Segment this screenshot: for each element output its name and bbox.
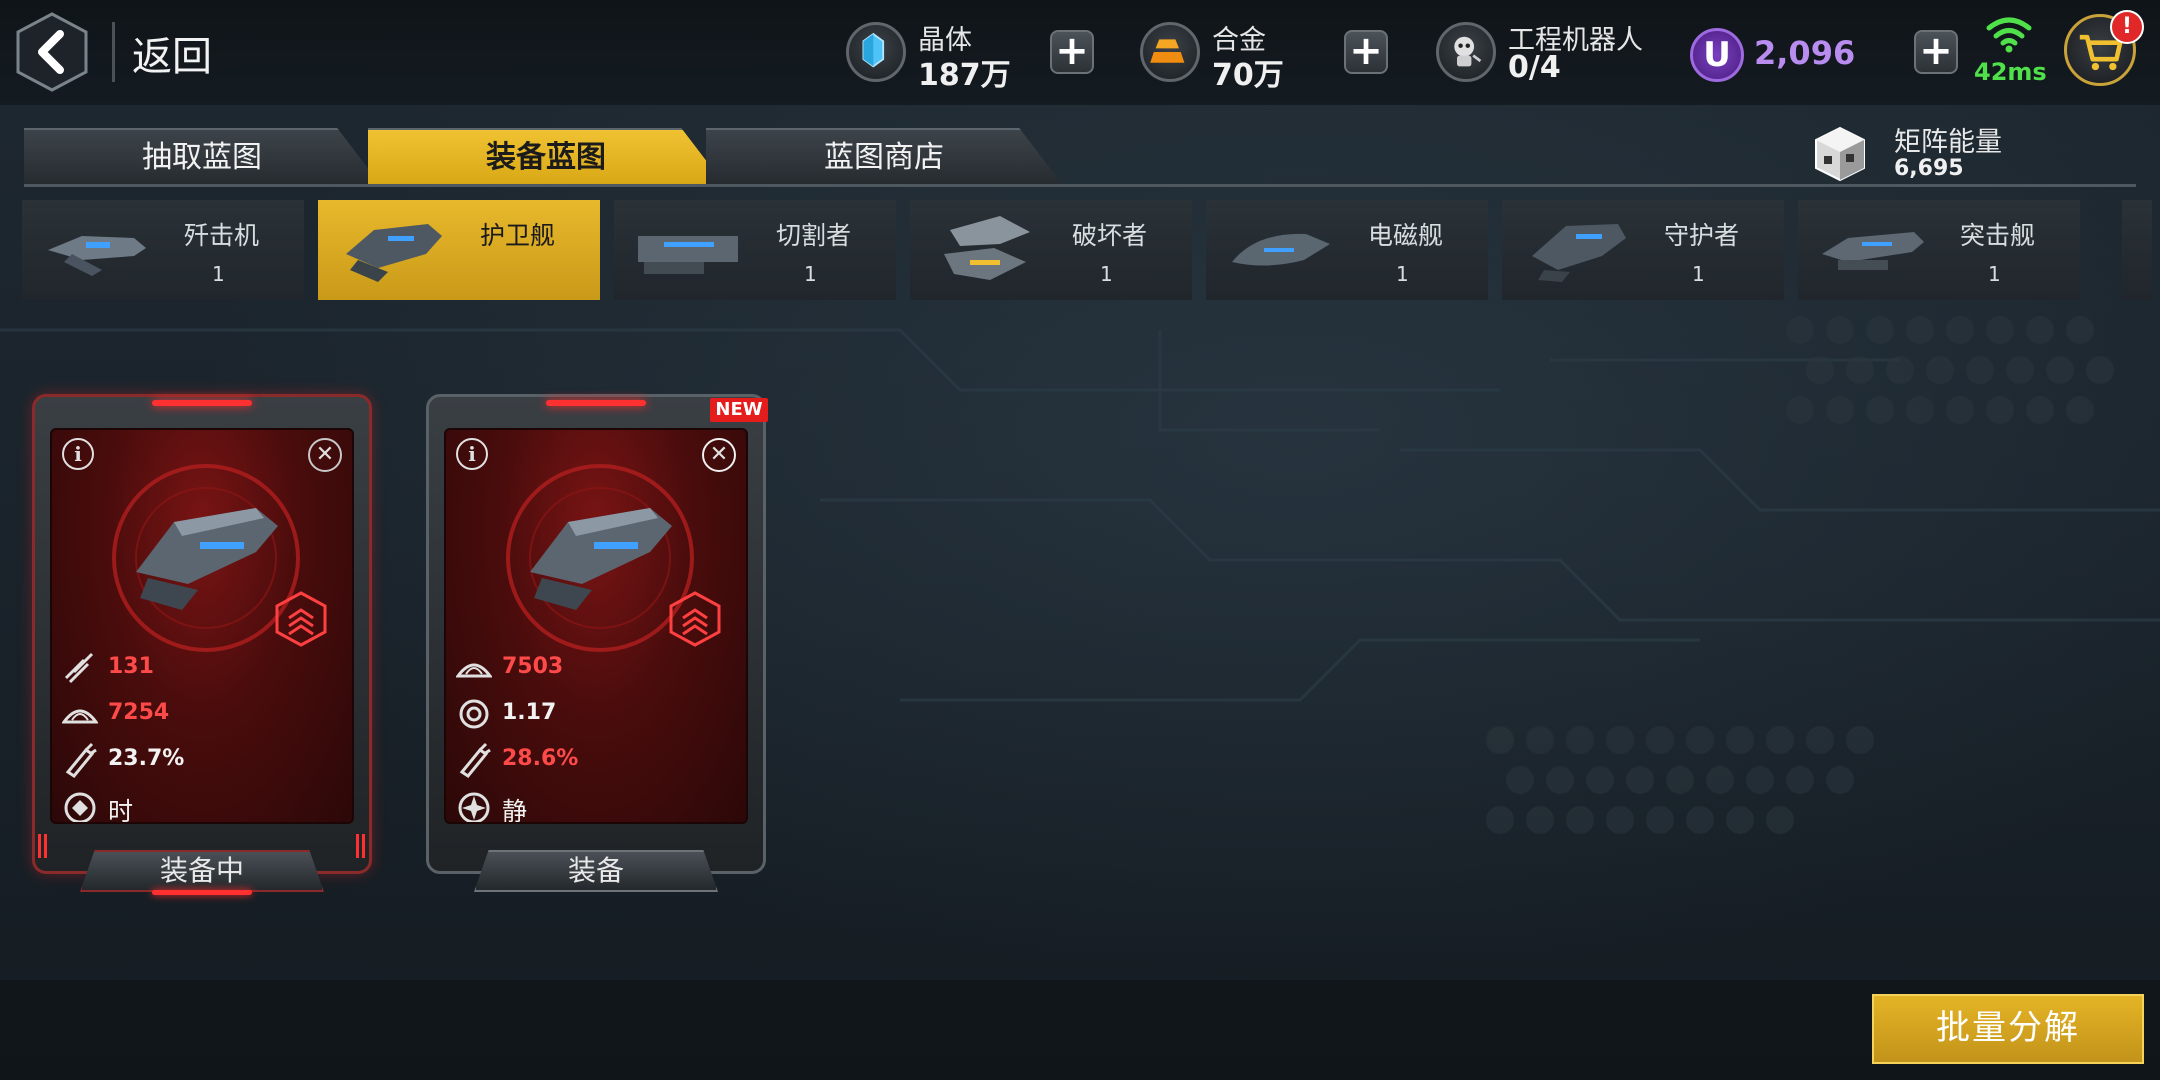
ship-category-destroyer[interactable]: 破坏者 1 xyxy=(910,200,1192,300)
ship-category-assault[interactable]: 突击舰 1 xyxy=(1798,200,2080,300)
new-badge: NEW xyxy=(710,398,768,422)
ship-category-overflow[interactable] xyxy=(2122,200,2152,300)
blueprint-card-2[interactable]: NEW i ✕ 7503 1.17 28.6% 静 装备 xyxy=(426,394,768,892)
ship-category-frigate[interactable]: 护卫舰 xyxy=(318,200,600,300)
tab-equip-blueprint[interactable]: 装备蓝图 xyxy=(368,128,724,184)
rank-chevron-icon xyxy=(275,591,327,647)
robot-value: 0/4 xyxy=(1508,50,1561,85)
thruster-icon xyxy=(459,742,491,778)
premium-currency-value: 2,096 xyxy=(1754,34,1856,72)
close-icon[interactable]: ✕ xyxy=(702,438,736,472)
ship-category-em-ship[interactable]: 电磁舰 1 xyxy=(1206,200,1488,300)
fighter-ship-icon xyxy=(48,236,146,276)
matrix-energy-value: 6,695 xyxy=(1894,156,1964,181)
missile-icon xyxy=(64,652,94,684)
ship-category-row: 歼击机 1 护卫舰 切割者 1 破坏者 1 电磁舰 1 守护者 1 突击舰 1 xyxy=(22,200,2152,300)
equip-button[interactable]: 装备 xyxy=(474,850,718,892)
skill-icon xyxy=(458,792,490,822)
ship-category-guardian[interactable]: 守护者 1 xyxy=(1502,200,1784,300)
rank-chevron-icon xyxy=(669,591,721,647)
gear-icon xyxy=(459,699,489,729)
alloy-icon xyxy=(1140,22,1200,82)
blueprint-card-1[interactable]: i ✕ 131 7254 23.7% 时 装备中 xyxy=(32,394,372,895)
ping-value: 42ms xyxy=(1974,58,2047,86)
ship-category-fighter[interactable]: 歼击机 1 xyxy=(22,200,304,300)
destroyer-ship-icon xyxy=(944,216,1030,280)
add-premium-button[interactable]: + xyxy=(1914,30,1958,74)
cutter-ship-icon xyxy=(638,236,738,274)
back-arrow-icon[interactable] xyxy=(14,10,90,94)
premium-currency-icon: U xyxy=(1690,28,1744,82)
button-light xyxy=(152,890,252,895)
info-icon[interactable]: i xyxy=(456,438,488,470)
crystal-icon xyxy=(846,22,906,82)
assault-ship-icon xyxy=(1822,232,1924,270)
shield-icon xyxy=(456,663,492,678)
tab-underline xyxy=(24,184,2136,187)
card-top-light xyxy=(546,400,646,406)
cart-alert-badge: ! xyxy=(2110,10,2144,44)
crystal-value: 187万 xyxy=(918,58,1011,93)
guardian-ship-icon xyxy=(1532,224,1626,282)
add-alloy-button[interactable]: + xyxy=(1344,30,1388,74)
em-ship-icon xyxy=(1232,233,1330,266)
thruster-icon xyxy=(65,742,97,778)
alloy-value: 70万 xyxy=(1212,58,1284,93)
frigate-ship-icon xyxy=(346,224,442,282)
bottom-bar xyxy=(0,980,2160,1080)
equipped-button[interactable]: 装备中 xyxy=(80,850,324,892)
skill-icon xyxy=(64,792,96,822)
matrix-energy-icon xyxy=(1815,126,1865,182)
back-separator xyxy=(112,22,115,82)
batch-dismantle-button[interactable]: 批量分解 xyxy=(1872,994,2144,1064)
add-crystal-button[interactable]: + xyxy=(1050,30,1094,74)
card-body: i ✕ 7503 1.17 28.6% 静 xyxy=(444,428,748,824)
info-icon[interactable]: i xyxy=(62,438,94,470)
tab-blueprint-shop[interactable]: 蓝图商店 xyxy=(706,128,1062,184)
shield-icon xyxy=(62,709,98,724)
card-top-light xyxy=(152,400,252,406)
side-light xyxy=(38,834,48,858)
wifi-icon xyxy=(1986,17,2032,53)
matrix-energy-label: 矩阵能量 xyxy=(1894,127,2002,158)
close-icon[interactable]: ✕ xyxy=(308,438,342,472)
tab-draw-blueprint[interactable]: 抽取蓝图 xyxy=(24,128,380,184)
ship-category-cutter[interactable]: 切割者 1 xyxy=(614,200,896,300)
back-label[interactable]: 返回 xyxy=(132,24,212,82)
robot-icon xyxy=(1436,22,1496,82)
side-light xyxy=(356,834,366,858)
card-body: i ✕ 131 7254 23.7% 时 xyxy=(50,428,354,824)
